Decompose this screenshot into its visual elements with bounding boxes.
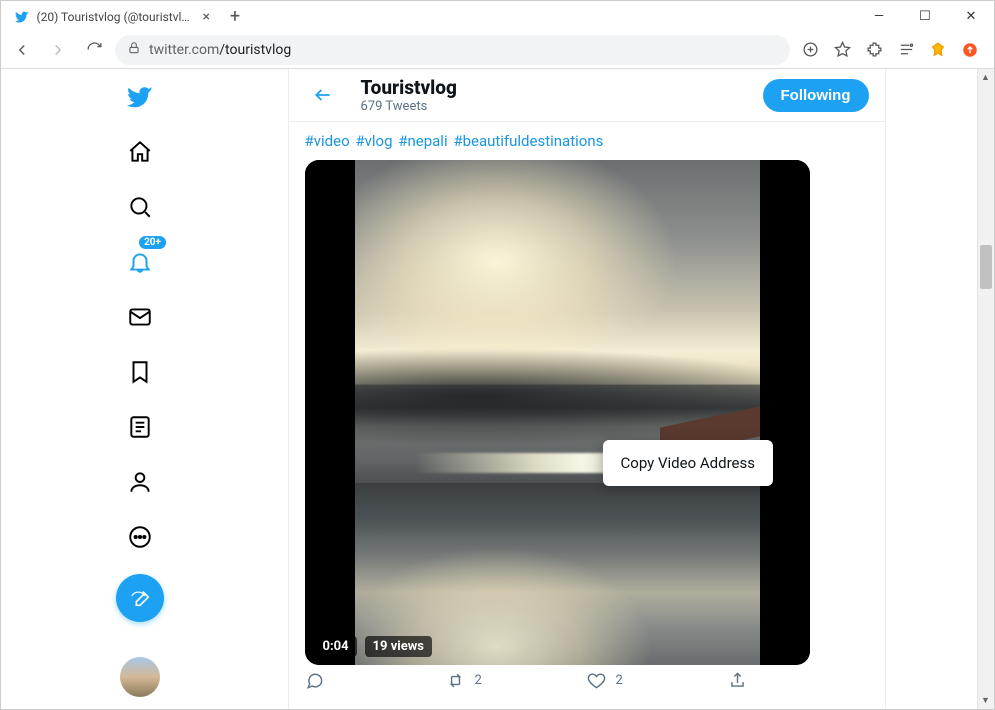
zoom-add-icon[interactable]	[796, 36, 824, 64]
browser-toolbar: twitter.com/touristvlog	[1, 31, 994, 69]
browser-titlebar: (20) Touristvlog (@touristvlog) / × + — …	[1, 1, 994, 31]
profile-name: Touristvlog	[361, 76, 743, 99]
twitter-favicon	[15, 9, 30, 25]
messages-icon[interactable]	[116, 293, 164, 341]
hashtag-link[interactable]: #nepali	[398, 132, 447, 150]
sidebar: 20+	[100, 69, 180, 709]
home-icon[interactable]	[116, 128, 164, 176]
lock-icon	[127, 41, 141, 59]
like-count: 2	[616, 673, 623, 688]
scroll-thumb[interactable]	[980, 245, 992, 289]
forward-button[interactable]	[43, 35, 73, 65]
context-menu: Copy Video Address	[603, 440, 773, 486]
following-button[interactable]: Following	[763, 79, 869, 112]
retweet-button[interactable]: 2	[446, 671, 587, 690]
back-arrow-button[interactable]	[305, 77, 341, 113]
video-frame	[355, 160, 760, 665]
reply-button[interactable]	[305, 671, 446, 690]
main-column: Touristvlog 679 Tweets Following #video …	[288, 69, 886, 709]
video-views: 19 views	[365, 636, 432, 657]
extension-upload-icon[interactable]	[956, 36, 984, 64]
maximize-button[interactable]: ☐	[902, 1, 948, 31]
tweet-video[interactable]: 0:04 19 views Copy Video Address	[305, 160, 810, 665]
hashtag-link[interactable]: #vlog	[355, 132, 392, 150]
retweet-count: 2	[475, 673, 482, 688]
close-tab-icon[interactable]: ×	[203, 9, 210, 25]
more-icon[interactable]	[116, 513, 164, 561]
close-window-button[interactable]: ✕	[948, 1, 994, 31]
explore-icon[interactable]	[116, 183, 164, 231]
video-time: 0:04	[315, 636, 357, 657]
lists-icon[interactable]	[116, 403, 164, 451]
scroll-down-icon[interactable]: ▼	[977, 692, 994, 709]
bookmarks-icon[interactable]	[116, 348, 164, 396]
notifications-icon[interactable]: 20+	[116, 238, 164, 286]
address-bar[interactable]: twitter.com/touristvlog	[115, 35, 790, 65]
tweet-hashtags[interactable]: #video #vlog #nepali #beautifuldestinati…	[305, 132, 869, 150]
twitter-logo[interactable]	[116, 73, 164, 121]
share-button[interactable]	[728, 671, 869, 690]
scrollbar[interactable]: ▲ ▼	[977, 69, 994, 709]
profile-icon[interactable]	[116, 458, 164, 506]
tweet-count: 679 Tweets	[361, 99, 743, 114]
minimize-button[interactable]: —	[856, 1, 902, 31]
notif-badge: 20+	[138, 235, 167, 250]
account-avatar[interactable]	[120, 657, 160, 697]
new-tab-button[interactable]: +	[220, 1, 250, 31]
extension-pin-icon[interactable]	[924, 36, 952, 64]
profile-header: Touristvlog 679 Tweets Following	[289, 69, 885, 122]
extensions-icon[interactable]	[860, 36, 888, 64]
reader-icon[interactable]	[892, 36, 920, 64]
back-button[interactable]	[7, 35, 37, 65]
star-icon[interactable]	[828, 36, 856, 64]
compose-button[interactable]	[116, 574, 164, 622]
tweet-actions: 2 2	[289, 665, 885, 700]
like-button[interactable]: 2	[587, 671, 728, 690]
reload-button[interactable]	[79, 35, 109, 65]
url-text: twitter.com/touristvlog	[149, 42, 291, 58]
hashtag-link[interactable]: #beautifuldestinations	[453, 132, 603, 150]
browser-tab[interactable]: (20) Touristvlog (@touristvlog) / ×	[5, 3, 220, 31]
scroll-up-icon[interactable]: ▲	[977, 69, 994, 86]
menu-copy-video-address[interactable]: Copy Video Address	[621, 454, 755, 472]
tab-title: (20) Touristvlog (@touristvlog) /	[37, 10, 192, 24]
hashtag-link[interactable]: #video	[305, 132, 350, 150]
